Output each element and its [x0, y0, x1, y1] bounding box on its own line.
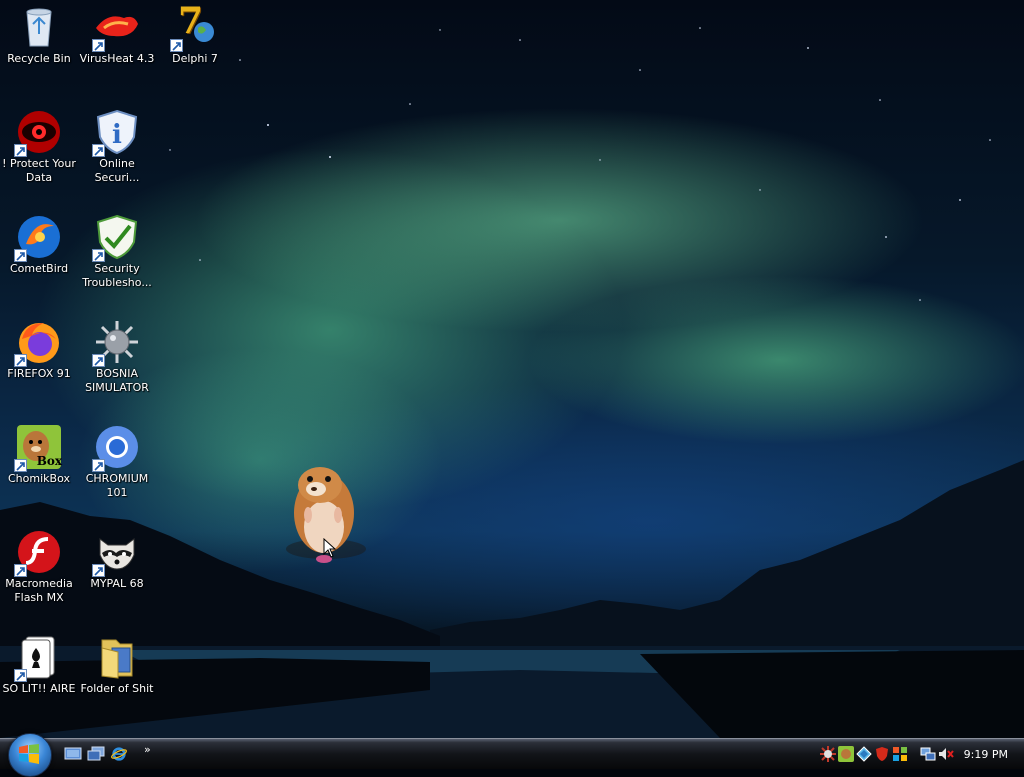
desktop-icon-label: Recycle Bin [7, 52, 71, 65]
shortcut-arrow-icon [92, 249, 105, 262]
desktop-icon-label: ! Protect Your Data [2, 157, 76, 184]
flash-icon [14, 529, 62, 577]
tray-network-icon[interactable] [920, 746, 936, 762]
desktop-icon-delphi[interactable]: 7 Delphi 7 [156, 0, 234, 90]
desktop-icon-folder[interactable]: Folder of Shit [78, 630, 156, 720]
desktop-icon-label: VirusHeat 4.3 [79, 52, 155, 65]
desktop-icon-flash-mx[interactable]: Macromedia Flash MX [0, 525, 78, 615]
desktop-icon-label: Online Securi... [94, 157, 140, 184]
tray-chomikbox-icon[interactable] [838, 746, 854, 762]
shortcut-arrow-icon [92, 564, 105, 577]
desktop-icon-label: Folder of Shit [80, 682, 154, 695]
mouse-cursor-icon [323, 538, 337, 558]
hamster-desktop-pet[interactable] [268, 455, 368, 575]
desktop-icon-solitaire[interactable]: SO LIT!! AIRE [0, 630, 78, 720]
show-desktop-icon[interactable] [64, 746, 82, 762]
desktop-icon-protect-your-data[interactable]: ! Protect Your Data [0, 105, 78, 195]
shortcut-arrow-icon [14, 354, 27, 367]
desktop-icon-cometbird[interactable]: CometBird [0, 210, 78, 300]
recycle-bin-icon [16, 4, 62, 50]
svg-text:i: i [112, 120, 122, 150]
shortcut-arrow-icon [92, 144, 105, 157]
desktop-icon-label: FIREFOX 91 [7, 367, 71, 380]
chomikbox-badge: Box [36, 454, 62, 468]
taskbar: » 9:19 PM [0, 733, 1024, 777]
virusheat-icon [92, 4, 140, 52]
desktop-icon-label: Delphi 7 [172, 52, 218, 65]
desktop-icon-mypal[interactable]: MYPAL 68 [78, 525, 156, 615]
tray-spiked-icon[interactable] [820, 746, 836, 762]
taskbar-clock[interactable]: 9:19 PM [964, 748, 1008, 761]
raccoon-icon [92, 529, 140, 577]
desktop-icon-label: ChomikBox [8, 472, 70, 485]
folder-icon [94, 634, 140, 680]
security-shield-icon [92, 214, 140, 262]
chromium-icon [92, 424, 140, 472]
desktop-icon-chromium[interactable]: CHROMIUM 101 [78, 420, 156, 510]
desktop-icon-firefox[interactable]: FIREFOX 91 [0, 315, 78, 405]
chomikbox-icon: Box [14, 424, 62, 472]
desktop-icon-security-troubleshooter[interactable]: Security Troublesho... [78, 210, 156, 300]
shortcut-arrow-icon [92, 39, 105, 52]
delphi-seven-badge: 7 [178, 0, 204, 42]
tray-security-center-icon[interactable] [892, 746, 908, 762]
shortcut-arrow-icon [92, 354, 105, 367]
windows-logo-icon [19, 744, 39, 764]
shortcut-arrow-icon [170, 39, 183, 52]
desktop-icon-online-security[interactable]: i Online Securi... [78, 105, 156, 195]
desktop-icon-label: CometBird [9, 262, 69, 275]
online-security-icon: i [92, 109, 140, 157]
shortcut-arrow-icon [14, 144, 27, 157]
desktop-icon-virusheat[interactable]: VirusHeat 4.3 [78, 0, 156, 90]
desktop-icon-label: CHROMIUM 101 [85, 472, 149, 499]
solitaire-icon [14, 634, 62, 682]
firefox-icon [14, 319, 62, 367]
switch-windows-icon[interactable] [87, 746, 105, 762]
desktop-icon-chomikbox[interactable]: Box ChomikBox [0, 420, 78, 510]
desktop-icon-recycle-bin[interactable]: Recycle Bin [0, 0, 78, 90]
desktop-icon-label: Security Troublesho... [82, 262, 152, 289]
desktop-icon-label: MYPAL 68 [90, 577, 144, 590]
shortcut-arrow-icon [14, 564, 27, 577]
cometbird-icon [14, 214, 62, 262]
desktop-icon-label: SO LIT!! AIRE [2, 682, 76, 695]
shortcut-arrow-icon [92, 459, 105, 472]
start-button[interactable] [8, 733, 52, 777]
shortcut-arrow-icon [14, 249, 27, 262]
quick-launch-more-chevron[interactable]: » [144, 743, 151, 756]
tray-volume-muted-icon[interactable] [938, 746, 954, 762]
desktop-icon-bosnia-simulator[interactable]: BOSNIA SIMULATOR [78, 315, 156, 405]
delphi-icon: 7 [170, 0, 218, 52]
internet-explorer-icon[interactable] [110, 746, 128, 762]
desktop-icon-label: BOSNIA SIMULATOR [85, 367, 149, 394]
shortcut-arrow-icon [14, 669, 27, 682]
spiked-mine-icon [92, 319, 140, 367]
tray-red-shield-icon[interactable] [874, 746, 890, 762]
desktop-icon-label: Macromedia Flash MX [5, 577, 73, 604]
system-tray: 9:19 PM [818, 741, 1024, 767]
tray-network-diamond-icon[interactable] [856, 746, 872, 762]
red-eye-icon [14, 109, 62, 157]
shortcut-arrow-icon [14, 459, 27, 472]
